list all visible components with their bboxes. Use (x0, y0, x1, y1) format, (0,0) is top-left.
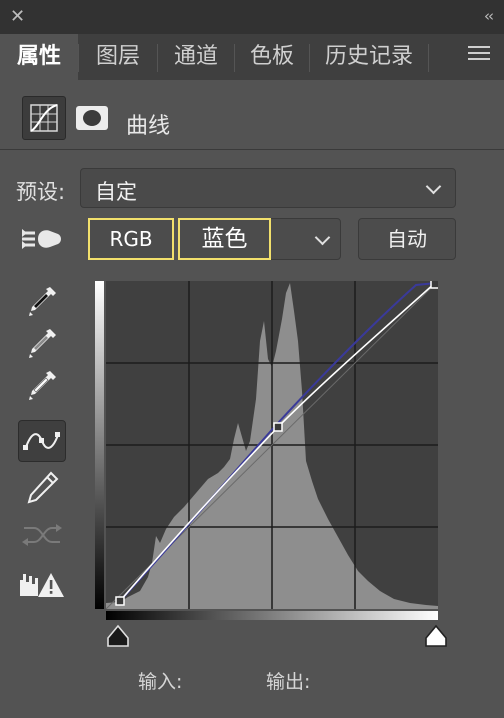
curve-control-point (273, 422, 283, 432)
tab-channels[interactable]: 通道 (158, 34, 234, 80)
adjustment-title: 曲线 (126, 114, 171, 139)
curves-graph[interactable] (105, 279, 440, 610)
clipping-warning-icon[interactable] (18, 566, 66, 602)
collapse-panel-icon[interactable]: ‹‹ (484, 7, 494, 25)
header-divider (0, 149, 504, 150)
tab-history[interactable]: 历史记录 (310, 34, 428, 80)
black-point-eyedropper-icon[interactable] (18, 284, 66, 320)
chevron-down-icon (425, 178, 442, 195)
rgb-channel-label[interactable]: RGB (88, 218, 174, 260)
preset-value: 自定 (95, 180, 137, 204)
pencil-draw-icon[interactable] (18, 470, 66, 506)
smooth-curve-icon (18, 516, 66, 552)
auto-button[interactable]: 自动 (358, 218, 456, 260)
input-gradient-bar (106, 611, 438, 620)
white-point-slider[interactable] (422, 624, 450, 648)
chevron-down-icon (314, 229, 331, 246)
curve-control-point (115, 596, 125, 606)
output-gradient-bar (95, 281, 104, 609)
layer-mask-icon[interactable] (76, 106, 108, 130)
panel-menu-icon[interactable] (468, 46, 490, 64)
panel-tab-bar: 属性 图层 通道 色板 历史记录 (0, 34, 504, 80)
tab-swatches[interactable]: 色板 (235, 34, 309, 80)
gray-point-eyedropper-icon[interactable] (18, 326, 66, 362)
tab-properties[interactable]: 属性 (0, 34, 78, 80)
input-label: 输入: (138, 671, 183, 693)
tab-divider (428, 44, 429, 72)
tab-layers[interactable]: 图层 (79, 34, 157, 80)
point-curve-icon[interactable] (18, 420, 66, 462)
curve-control-point (430, 279, 440, 289)
preset-label: 预设: (16, 180, 66, 204)
curves-adjustment-icon[interactable] (22, 96, 66, 140)
close-icon[interactable]: ✕ (10, 6, 25, 27)
channel-selected-value: 蓝色 (178, 218, 271, 260)
black-point-slider[interactable] (104, 624, 132, 648)
preset-dropdown[interactable]: 自定 (80, 168, 456, 208)
on-image-adjust-icon[interactable] (18, 222, 66, 256)
panel-title-bar (0, 0, 504, 34)
output-label: 输出: (266, 671, 311, 693)
white-point-eyedropper-icon[interactable] (18, 368, 66, 404)
